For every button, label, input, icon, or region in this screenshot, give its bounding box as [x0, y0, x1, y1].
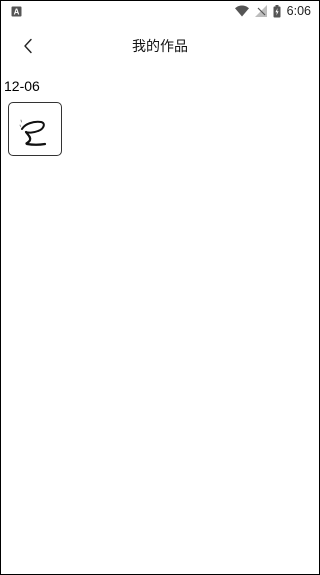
status-time: 6:06	[286, 4, 311, 18]
svg-text:A: A	[14, 7, 20, 16]
app-screen: A 6:06 我的作品 12-06	[0, 0, 320, 575]
wifi-icon	[234, 5, 249, 17]
status-bar: A 6:06	[1, 1, 319, 21]
battery-charging-icon	[273, 4, 281, 18]
handwriting-sketch-image	[19, 119, 47, 146]
date-group-label: 12-06	[4, 78, 40, 94]
page-title: 我的作品	[132, 39, 188, 55]
no-signal-icon	[254, 5, 267, 17]
work-thumbnail[interactable]	[8, 102, 62, 156]
notification-a-icon: A	[11, 6, 22, 17]
header: 我的作品	[1, 23, 319, 69]
